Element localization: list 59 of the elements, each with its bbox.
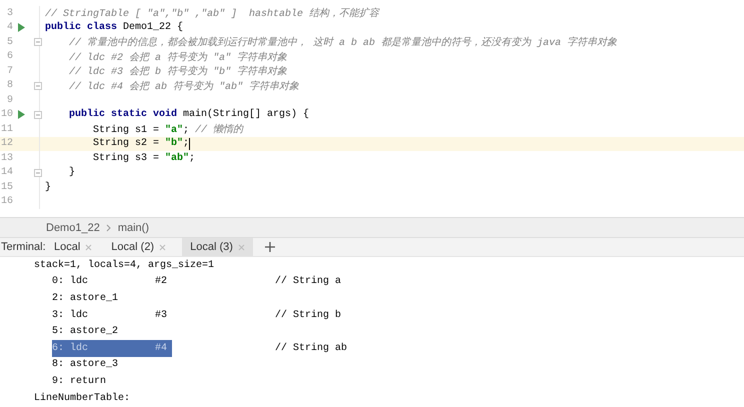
instruction: 5: astore_2 bbox=[52, 325, 120, 340]
code-comment: // String b bbox=[275, 310, 342, 321]
terminal-tab[interactable]: Local (3) bbox=[182, 238, 253, 256]
instruction: 2: astore_1 bbox=[52, 292, 120, 306]
chevron-icon bbox=[106, 224, 112, 232]
fold-icon[interactable] bbox=[34, 168, 42, 177]
add-icon[interactable] bbox=[264, 242, 275, 252]
line-number: 3 bbox=[6, 8, 13, 19]
line-number: 4 bbox=[6, 22, 13, 34]
line-number: 7 bbox=[6, 66, 13, 77]
code-line: String s1 = "a"; // 懒惰的 bbox=[92, 122, 244, 136]
line-number: 6 bbox=[6, 51, 13, 62]
line-number: 8 bbox=[6, 80, 13, 92]
terminal-tab[interactable]: Local (2) bbox=[108, 238, 174, 256]
close-icon[interactable] bbox=[238, 244, 245, 250]
fold-icon[interactable] bbox=[34, 82, 42, 90]
code-line: // ldc #4 会把 ab 符号变为 "ab" 字符串对象 bbox=[68, 80, 300, 93]
operand: #2 bbox=[155, 275, 168, 290]
fold-icon[interactable] bbox=[34, 38, 42, 46]
code-line: public static void main(String[] args) { bbox=[68, 109, 310, 120]
code-line: String s3 = "ab"; bbox=[92, 152, 196, 164]
code-line: } bbox=[68, 167, 76, 178]
instruction: 6: ldc bbox=[52, 340, 155, 357]
line-number: 16 bbox=[0, 196, 13, 208]
operand: #4 bbox=[155, 340, 172, 357]
instruction: 9: return bbox=[52, 374, 108, 389]
close-icon[interactable] bbox=[159, 244, 166, 250]
line-number: 10 bbox=[0, 109, 13, 120]
instruction: 8: astore_3 bbox=[52, 358, 120, 372]
code-line: // StringTable [ "a","b" ,"ab" ] hashtable 结构，不能扩容 bbox=[44, 6, 380, 20]
fold-icon[interactable] bbox=[34, 110, 42, 119]
code-line: public class Demo1_22 { bbox=[44, 22, 184, 34]
line-number: 5 bbox=[6, 36, 13, 48]
close-icon[interactable] bbox=[85, 244, 92, 250]
line-number: 12 bbox=[0, 138, 13, 150]
code-line: String s2 = "b"; bbox=[92, 138, 190, 150]
line-number: 14 bbox=[0, 167, 13, 178]
terminal-tab[interactable]: Local bbox=[51, 238, 100, 256]
operand: #3 bbox=[155, 308, 168, 323]
run-icon[interactable] bbox=[18, 23, 25, 32]
text-cursor bbox=[189, 138, 190, 150]
line-number: 15 bbox=[0, 182, 13, 193]
code-line: // ldc #3 会把 b 符号变为 "b" 字符串对象 bbox=[68, 64, 288, 78]
code-line: } bbox=[44, 182, 52, 193]
code-line: // ldc #2 会把 a 符号变为 "a" 字符串对象 bbox=[68, 50, 288, 64]
line-number: 11 bbox=[0, 124, 13, 135]
code-comment: // String ab bbox=[275, 342, 348, 354]
instruction: 0: ldc bbox=[52, 274, 90, 290]
line-number: 9 bbox=[6, 94, 13, 106]
terminal-text: LineNumberTable: bbox=[34, 392, 130, 404]
code-line: // 常量池中的信息，都会被加载到运行时常量池中， 这时 a b ab 都是常量池中的符号，还没有变为 java 字符串对象 bbox=[68, 36, 618, 50]
breadcrumb-item[interactable]: main() bbox=[118, 222, 149, 234]
breadcrumb-item[interactable]: Demo1_22 bbox=[46, 222, 100, 234]
run-icon[interactable] bbox=[18, 110, 25, 120]
code-comment: // String a bbox=[275, 276, 342, 288]
terminal-label: Terminal: bbox=[0, 241, 47, 253]
terminal-text: stack=1, locals=4, args_size=1 bbox=[34, 260, 214, 271]
instruction: 3: ldc bbox=[52, 308, 90, 323]
line-number: 13 bbox=[0, 152, 13, 164]
